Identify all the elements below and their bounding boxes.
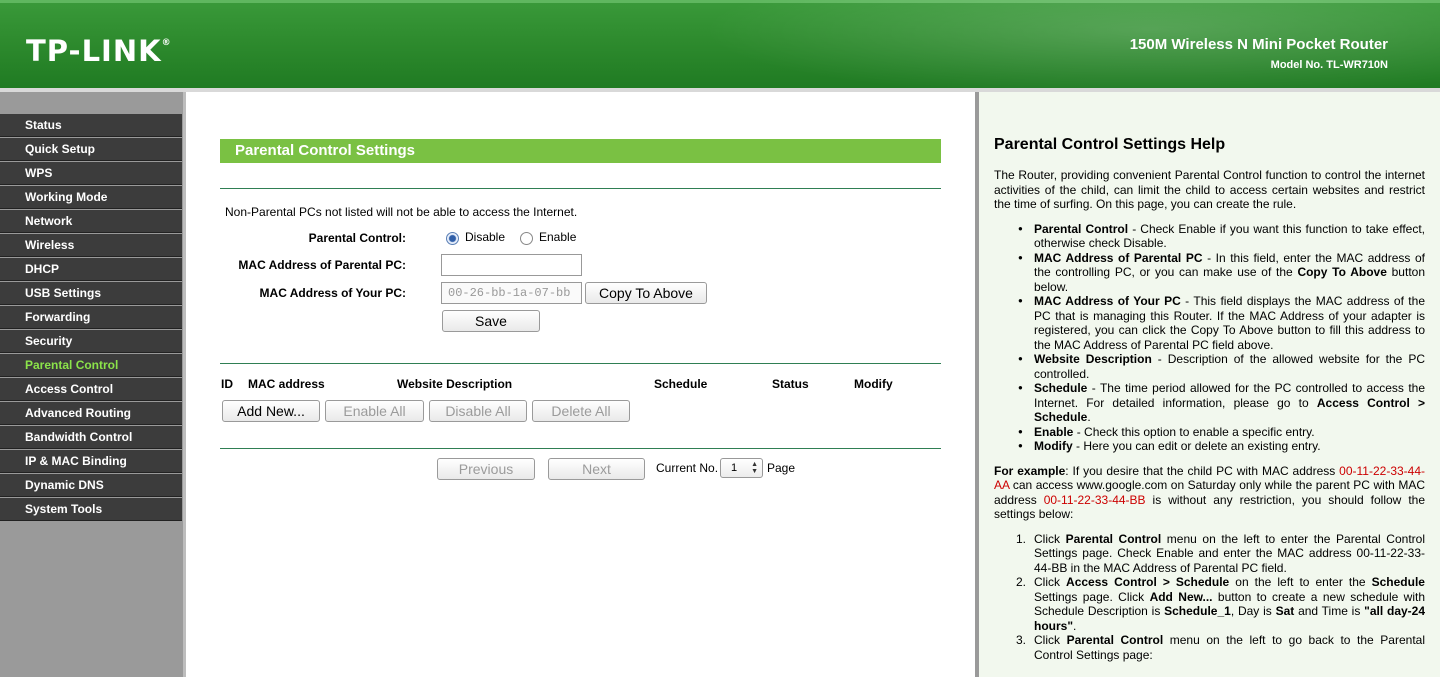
column-header-schedule: Schedule	[654, 377, 708, 391]
divider	[220, 188, 941, 189]
sidebar-item-parental-control[interactable]: Parental Control	[0, 354, 182, 377]
help-step: 1. Click Parental Control menu on the lef…	[1016, 531, 1425, 575]
save-button[interactable]: Save	[442, 310, 540, 332]
main-panel: Parental Control Settings Non-Parental P…	[188, 92, 975, 677]
column-header-mac: MAC address	[248, 377, 325, 391]
sidebar-item-wireless[interactable]: Wireless	[0, 234, 182, 257]
help-item-modify: Modify - Here you can edit or delete an …	[994, 439, 1425, 454]
sidebar-item-ip-mac-binding[interactable]: IP & MAC Binding	[0, 450, 182, 473]
column-header-website: Website Description	[397, 377, 513, 391]
sidebar-item-forwarding[interactable]: Forwarding	[0, 306, 182, 329]
sidebar-item-usb-settings[interactable]: USB Settings	[0, 282, 182, 305]
help-title: Parental Control Settings Help	[994, 136, 1226, 153]
next-button[interactable]: Next	[548, 458, 645, 480]
delete-all-button[interactable]: Delete All	[532, 400, 630, 422]
sidebar-item-system-tools[interactable]: System Tools	[0, 498, 182, 521]
model-number: Model No. TL-WR710N	[1270, 59, 1388, 71]
sidebar-item-security[interactable]: Security	[0, 330, 182, 353]
help-body: The Router, providing convenient Parenta…	[994, 168, 1425, 662]
help-item-mac-parental: MAC Address of Parental PC - In this fie…	[994, 251, 1425, 295]
sidebar-item-network[interactable]: Network	[0, 210, 182, 233]
sidebar-item-dynamic-dns[interactable]: Dynamic DNS	[0, 474, 182, 497]
sidebar-item-status[interactable]: Status	[0, 114, 182, 137]
column-header-modify: Modify	[854, 377, 893, 391]
enable-radio-label: Enable	[539, 230, 577, 244]
previous-button[interactable]: Previous	[437, 458, 535, 480]
sidebar-item-working-mode[interactable]: Working Mode	[0, 186, 182, 209]
divider	[220, 448, 941, 449]
current-no-label: Current No.	[656, 461, 719, 475]
header-banner: TP-LINK® 150M Wireless N Mini Pocket Rou…	[0, 0, 1440, 90]
column-header-id: ID	[221, 377, 233, 391]
column-header-status: Status	[772, 377, 809, 391]
sidebar-item-quick-setup[interactable]: Quick Setup	[0, 138, 182, 161]
current-page-value: 1	[731, 462, 738, 474]
sidebar-item-advanced-routing[interactable]: Advanced Routing	[0, 402, 182, 425]
help-item-schedule: Schedule - The time period allowed for t…	[994, 381, 1425, 425]
non-parental-note: Non-Parental PCs not listed will not be …	[225, 205, 578, 219]
mac-your-pc-label: MAC Address of Your PC:	[259, 286, 406, 300]
parental-control-label: Parental Control:	[308, 231, 406, 245]
help-item-parental-control: Parental Control - Check Enable if you w…	[994, 222, 1425, 251]
stepper-arrows-icon[interactable]: ▲ ▼	[751, 461, 758, 475]
sidebar-menu: Status Quick Setup WPS Working Mode Netw…	[0, 114, 183, 522]
copy-to-above-button[interactable]: Copy To Above	[585, 282, 707, 304]
help-item-website-description: Website Description - Description of the…	[994, 352, 1425, 381]
help-item-enable: Enable - Check this option to enable a s…	[994, 425, 1425, 440]
help-item-mac-your-pc: MAC Address of Your PC - This field disp…	[994, 294, 1425, 352]
page-label: Page	[767, 461, 796, 475]
mac-parental-input[interactable]	[441, 254, 582, 276]
divider	[220, 363, 941, 364]
disable-all-button[interactable]: Disable All	[429, 400, 527, 422]
sidebar: Status Quick Setup WPS Working Mode Netw…	[0, 92, 186, 677]
enable-radio[interactable]	[520, 232, 533, 245]
mac-your-pc-field	[441, 282, 582, 304]
help-steps: 1. Click Parental Control menu on the lef…	[994, 532, 1425, 663]
help-step: 3. Click Parental Control menu on the lef…	[1016, 633, 1425, 662]
add-new-button[interactable]: Add New...	[222, 400, 320, 422]
current-page-stepper[interactable]: 1 ▲ ▼	[720, 458, 763, 478]
disable-radio-label: Disable	[465, 230, 506, 244]
enable-all-button[interactable]: Enable All	[325, 400, 424, 422]
sidebar-item-wps[interactable]: WPS	[0, 162, 182, 185]
disable-radio[interactable]	[446, 232, 459, 245]
mac-parental-label: MAC Address of Parental PC:	[238, 258, 406, 272]
help-intro: The Router, providing convenient Parenta…	[994, 168, 1425, 211]
tp-link-logo: TP-LINK®	[26, 34, 172, 68]
sidebar-item-bandwidth-control[interactable]: Bandwidth Control	[0, 426, 182, 449]
help-example: For example: If you desire that the chil…	[994, 463, 1426, 522]
help-panel: Parental Control Settings Help The Route…	[979, 92, 1440, 677]
help-step: 2. Click Access Control > Schedule on the…	[1016, 575, 1426, 633]
sidebar-item-dhcp[interactable]: DHCP	[0, 258, 182, 281]
page-title: Parental Control Settings	[220, 139, 941, 163]
help-field-list: Parental Control - Check Enable if you w…	[994, 222, 1425, 454]
sidebar-item-access-control[interactable]: Access Control	[0, 378, 182, 401]
product-name: 150M Wireless N Mini Pocket Router	[1129, 36, 1388, 53]
